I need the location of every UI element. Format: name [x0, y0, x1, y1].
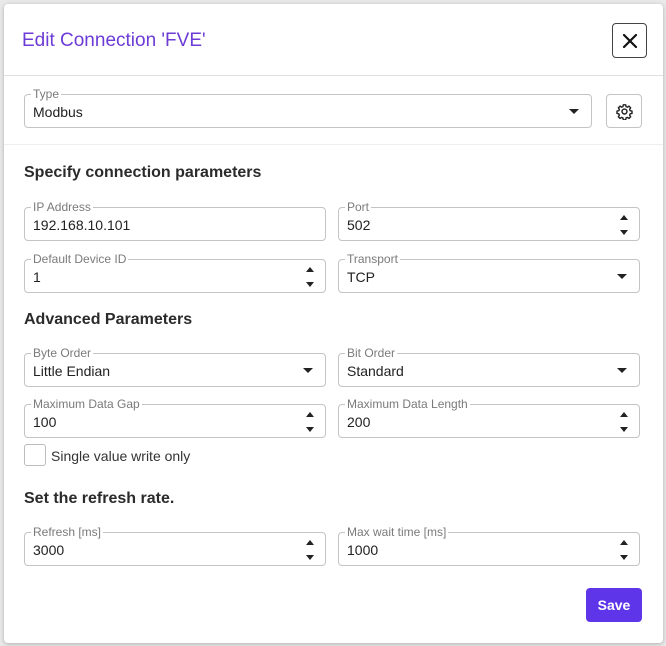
type-select[interactable]: Type Modbus [24, 87, 592, 128]
chevron-down-icon [617, 274, 627, 279]
type-label: Type [31, 87, 62, 101]
max-data-length-value: 200 [347, 414, 371, 430]
max-wait-time-label: Max wait time [ms] [345, 525, 449, 539]
max-wait-time-input[interactable]: Max wait time [ms] 1000 [338, 525, 640, 566]
gear-icon [616, 104, 633, 120]
refresh-value: 3000 [33, 542, 65, 558]
max-data-gap-value: 100 [33, 414, 57, 430]
ip-address-input[interactable]: IP Address 192.168.10.101 [24, 200, 326, 241]
advanced-heading: Advanced Parameters [24, 311, 193, 328]
port-label: Port [345, 200, 372, 214]
save-button-label: Save [597, 597, 631, 613]
transport-label: Transport [345, 252, 400, 266]
bit-order-select[interactable]: Bit Order Standard [338, 346, 640, 387]
max-data-gap-input[interactable]: Maximum Data Gap 100 [24, 397, 326, 438]
dialog-title: Edit Connection 'FVE' [22, 30, 206, 51]
single-value-write-checkbox[interactable] [24, 444, 46, 466]
transport-value: TCP [347, 269, 375, 285]
bit-order-value: Standard [347, 363, 404, 379]
spinner-arrows-icon[interactable] [619, 409, 629, 433]
port-input[interactable]: Port 502 [338, 200, 640, 241]
default-device-id-label: Default Device ID [31, 252, 129, 266]
bit-order-label: Bit Order [345, 346, 398, 360]
settings-button[interactable] [606, 94, 642, 128]
save-button[interactable]: Save [586, 588, 642, 622]
byte-order-value: Little Endian [33, 363, 111, 379]
port-value: 502 [347, 217, 371, 233]
byte-order-label: Byte Order [31, 346, 94, 360]
byte-order-select[interactable]: Byte Order Little Endian [24, 346, 326, 387]
chevron-down-icon [303, 368, 313, 373]
refresh-label: Refresh [ms] [31, 525, 104, 539]
max-data-length-input[interactable]: Maximum Data Length 200 [338, 397, 640, 438]
default-device-id-value: 1 [33, 269, 41, 285]
ip-address-value: 192.168.10.101 [33, 217, 131, 233]
single-value-write-label[interactable]: Single value write only [51, 448, 190, 464]
chevron-down-icon [617, 368, 627, 373]
ip-address-label: IP Address [31, 200, 93, 214]
edit-connection-dialog: Edit Connection 'FVE' Type Modbus Specif… [4, 4, 663, 643]
max-wait-time-value: 1000 [347, 542, 379, 558]
refresh-input[interactable]: Refresh [ms] 3000 [24, 525, 326, 566]
refresh-heading: Set the refresh rate. [24, 490, 175, 507]
spinner-arrows-icon[interactable] [619, 212, 629, 236]
spinner-arrows-icon[interactable] [619, 537, 629, 561]
spinner-arrows-icon[interactable] [305, 409, 315, 433]
dialog-header: Edit Connection 'FVE' [4, 4, 663, 76]
close-icon [622, 33, 638, 49]
type-value: Modbus [33, 104, 83, 120]
spinner-arrows-icon[interactable] [305, 264, 315, 288]
default-device-id-input[interactable]: Default Device ID 1 [24, 252, 326, 293]
spinner-arrows-icon[interactable] [305, 537, 315, 561]
chevron-down-icon [569, 109, 579, 114]
close-button[interactable] [612, 23, 647, 58]
transport-select[interactable]: Transport TCP [338, 252, 640, 293]
max-data-gap-label: Maximum Data Gap [31, 397, 142, 411]
divider [4, 144, 663, 145]
max-data-length-label: Maximum Data Length [345, 397, 470, 411]
connection-heading: Specify connection parameters [24, 164, 262, 181]
